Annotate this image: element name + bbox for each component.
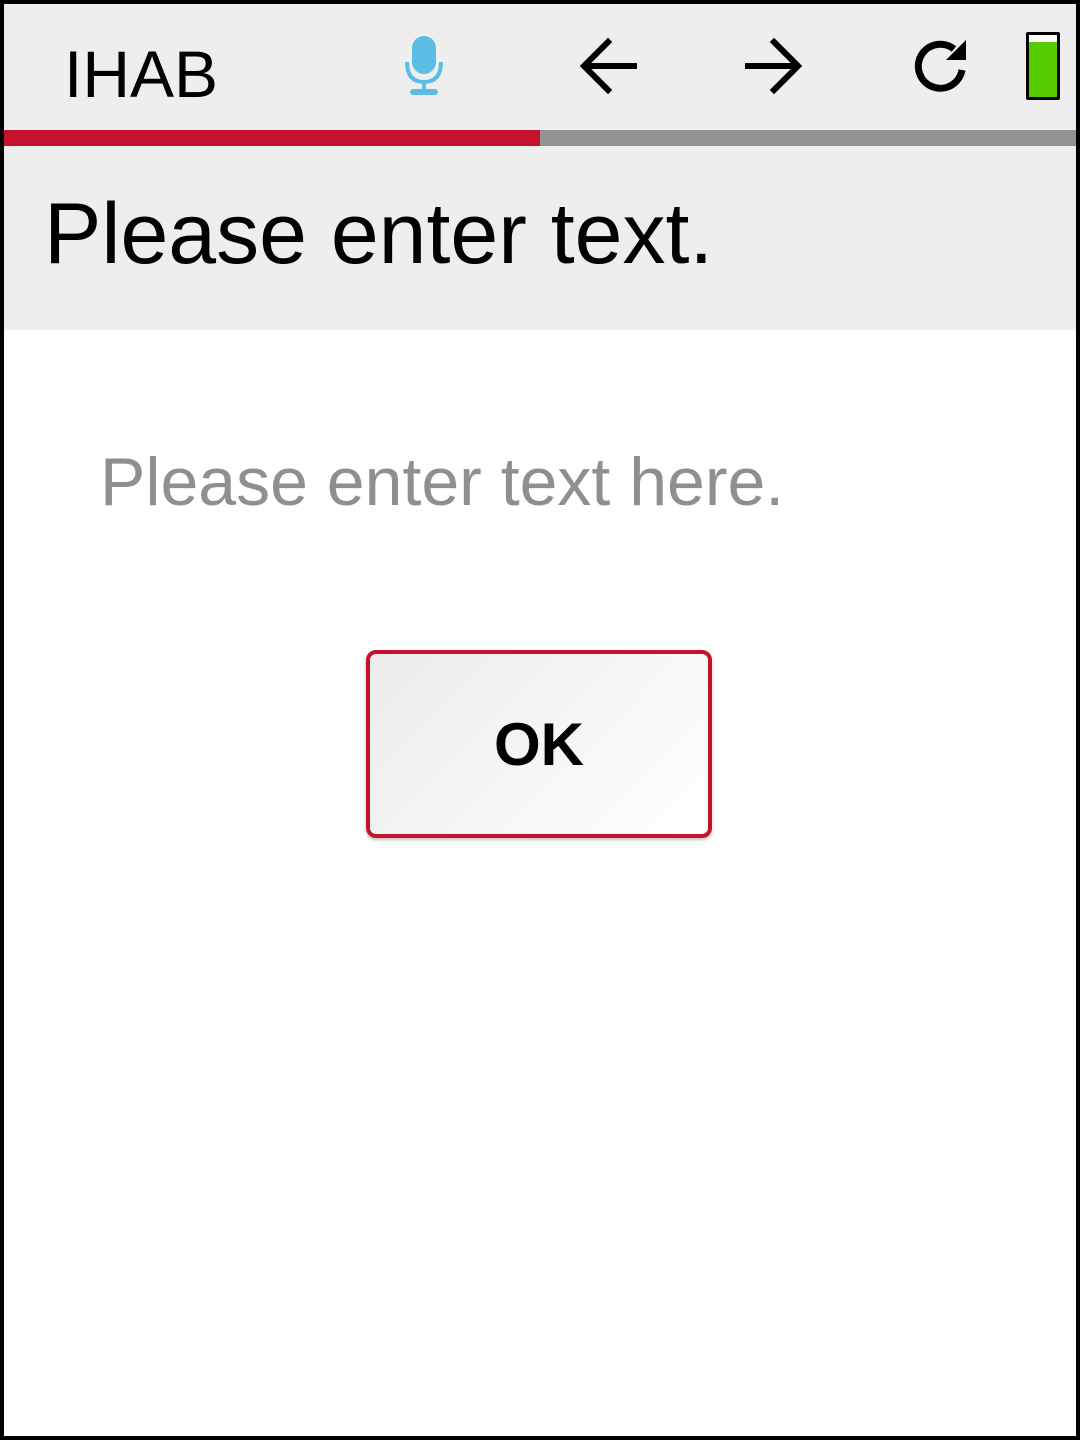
question-text: Please enter text.: [44, 186, 714, 282]
forward-arrow-icon[interactable]: [738, 30, 810, 102]
ok-button[interactable]: OK: [366, 650, 712, 838]
app-screen: IHAB Please enter text. Please enter tex…: [0, 0, 1080, 1440]
battery-level-fill: [1029, 42, 1057, 97]
back-arrow-icon[interactable]: [572, 30, 644, 102]
battery-icon: [1026, 32, 1060, 100]
progress-bar-fill: [4, 130, 540, 146]
microphone-icon[interactable]: [388, 30, 460, 102]
refresh-icon[interactable]: [906, 30, 978, 102]
app-title: IHAB: [64, 37, 219, 111]
top-bar: IHAB: [4, 4, 1076, 130]
text-answer-input[interactable]: [100, 432, 980, 532]
question-panel: Please enter text.: [4, 146, 1076, 330]
progress-bar: [4, 130, 1076, 146]
